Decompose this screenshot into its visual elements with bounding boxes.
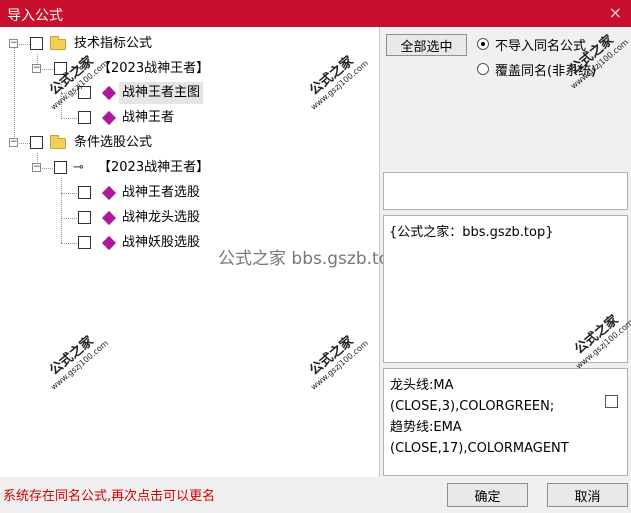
checkbox[interactable]: [54, 161, 67, 174]
checkbox[interactable]: [78, 111, 91, 124]
window-title: 导入公式: [7, 8, 63, 24]
code-line: 龙头线:MA: [390, 378, 454, 393]
tree-node-formula[interactable]: 战神龙头选股: [0, 207, 230, 229]
tree-node-formula[interactable]: 战神王者选股: [0, 182, 230, 204]
checkbox[interactable]: [78, 211, 91, 224]
checkbox[interactable]: [30, 136, 43, 149]
watermark-stamp: 公式之家 www.gszj100.com: [307, 53, 371, 112]
checkbox[interactable]: [78, 86, 91, 99]
collapse-icon[interactable]: −: [9, 39, 18, 48]
formula-gem-icon: [101, 210, 117, 226]
tree-node-screen-folder[interactable]: − 条件选股公式: [0, 132, 230, 154]
watermark-stamp: 公式之家 www.gszj100.com: [307, 333, 371, 392]
radio-overwrite-same-name[interactable]: [477, 63, 489, 75]
formula-gem-icon: [101, 85, 117, 101]
tree-node-formula[interactable]: 战神妖股选股: [0, 232, 230, 254]
code-checkbox[interactable]: [605, 395, 618, 408]
formula-gem-icon: [101, 110, 117, 126]
tree-node-label: 【2023战神王者】: [98, 160, 210, 175]
folder-icon: [50, 36, 66, 50]
tree-node-label: 技术指标公式: [74, 36, 153, 51]
description-box: {公式之家：bbs.gszb.top}: [383, 215, 628, 363]
checkbox[interactable]: [54, 62, 67, 75]
tree-node-label: 战神妖股选股: [122, 235, 201, 250]
tree-node-group[interactable]: − ⊸ 【2023战神王者】: [0, 157, 230, 179]
checkbox[interactable]: [30, 37, 43, 50]
tree-node-label: 【2023战神王者】: [98, 61, 210, 76]
key-icon: ⊸: [73, 61, 84, 76]
description-text: {公式之家：bbs.gszb.top}: [389, 225, 554, 240]
collapse-icon[interactable]: −: [9, 138, 18, 147]
folder-icon: [50, 135, 66, 149]
checkbox[interactable]: [78, 236, 91, 249]
code-line: 趋势线:EMA: [390, 420, 462, 435]
radio-skip-label: 不导入同名公式: [495, 39, 587, 54]
formula-gem-icon: [101, 185, 117, 201]
collapse-icon[interactable]: −: [32, 64, 41, 73]
tree-node-group[interactable]: − ⊸ 【2023战神王者】: [0, 58, 230, 80]
key-icon: ⊸: [73, 160, 84, 175]
formula-gem-icon: [101, 235, 117, 251]
radio-overwrite-label: 覆盖同名(非系统): [495, 64, 597, 79]
status-message: 系统存在同名公式,再次点击可以更名: [3, 489, 216, 504]
checkbox[interactable]: [78, 186, 91, 199]
select-all-button[interactable]: 全部选中: [386, 34, 467, 56]
ok-button[interactable]: 确定: [447, 483, 528, 507]
title-bar: 导入公式 ×: [0, 0, 631, 27]
close-icon[interactable]: ×: [609, 3, 622, 22]
tree-node-formula[interactable]: 战神王者主图: [0, 82, 230, 104]
radio-skip-same-name[interactable]: [477, 38, 489, 50]
tree-node-label: 战神王者选股: [122, 185, 201, 200]
code-preview: 龙头线:MA (CLOSE,3),COLORGREEN; 趋势线:EMA (CL…: [383, 368, 628, 476]
watermark-stamp: 公式之家 www.gszj100.com: [47, 333, 111, 392]
collapse-icon[interactable]: −: [32, 163, 41, 172]
tree-node-label: 战神龙头选股: [122, 210, 201, 225]
watermark-text: 公式之家 bbs.gszb.top: [218, 249, 400, 269]
tree-node-label: 战神王者: [122, 110, 175, 125]
code-line: (CLOSE,17),COLORMAGENT: [390, 441, 569, 456]
tree-node-formula[interactable]: 战神王者: [0, 107, 230, 129]
tree-node-tech-folder[interactable]: − 技术指标公式: [0, 33, 200, 55]
code-line: (CLOSE,3),COLORGREEN;: [390, 399, 555, 414]
tree-node-label: 条件选股公式: [74, 135, 153, 150]
tree-node-label: 战神王者主图: [119, 82, 204, 104]
cancel-button[interactable]: 取消: [547, 483, 628, 507]
name-input[interactable]: [383, 172, 628, 210]
